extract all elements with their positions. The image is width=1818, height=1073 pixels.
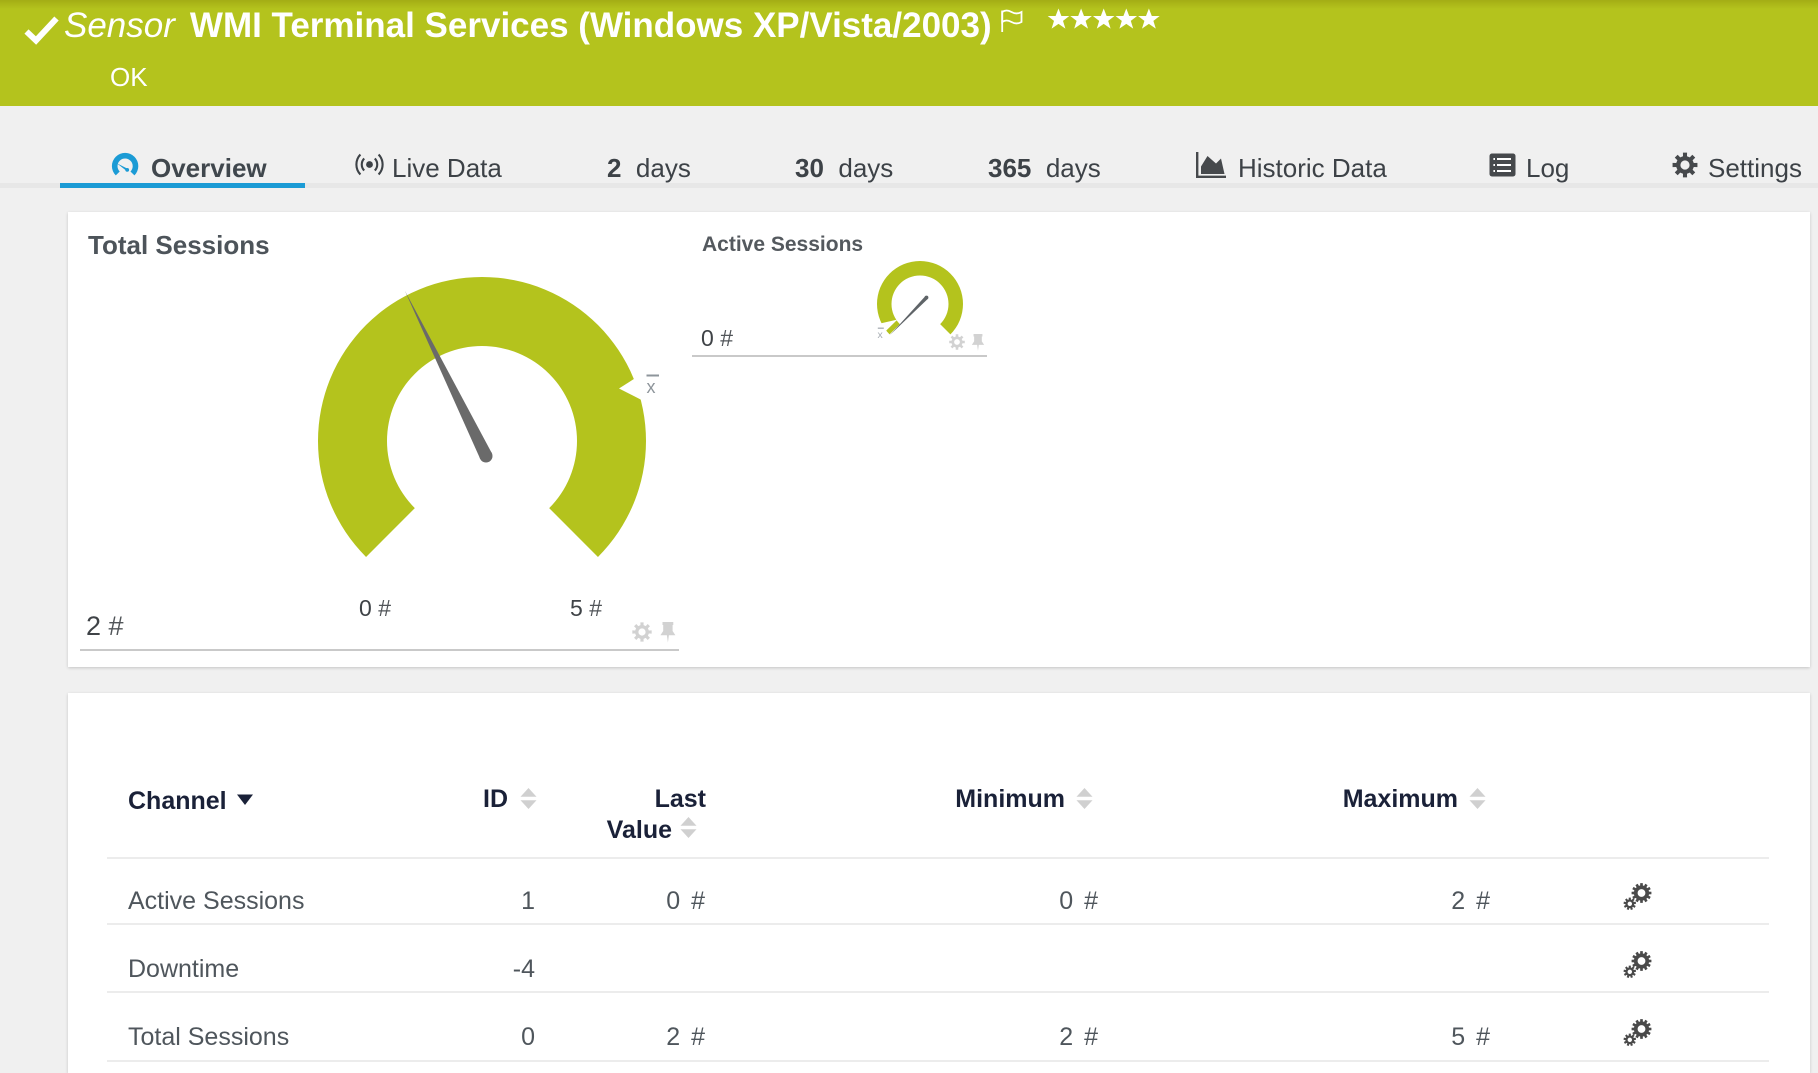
svg-text:x: x <box>647 377 656 397</box>
svg-text:x: x <box>878 329 884 341</box>
